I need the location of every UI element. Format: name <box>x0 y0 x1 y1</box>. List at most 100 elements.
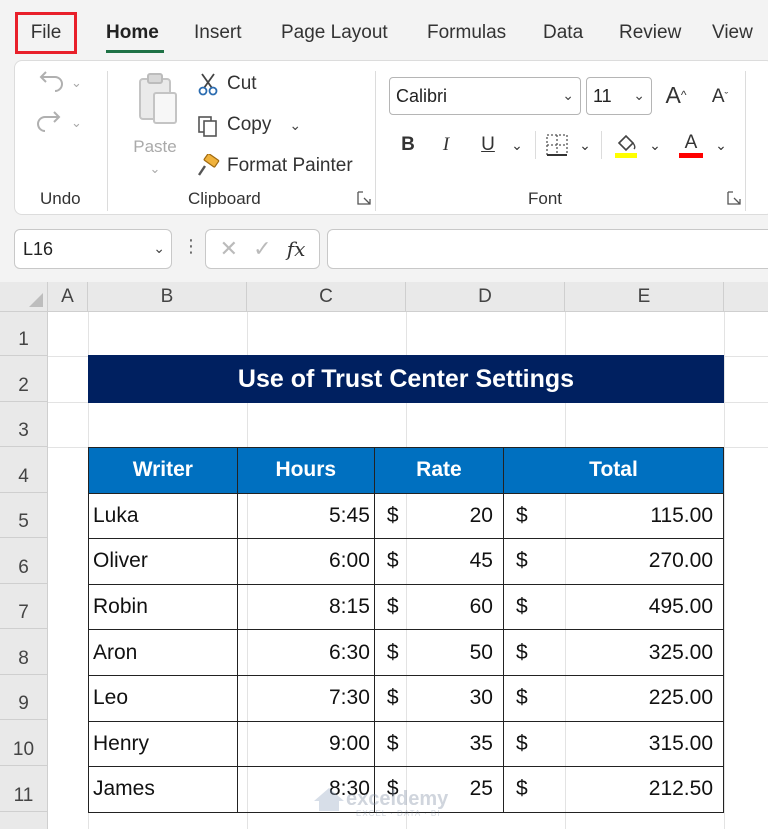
column-header-c[interactable]: C <box>247 282 406 312</box>
enter-icon[interactable]: ✓ <box>253 236 271 262</box>
row-header-9[interactable]: 9 <box>0 675 48 720</box>
name-box[interactable]: L16 ⌄ <box>14 229 172 269</box>
formula-bar-resize-handle[interactable]: ⋮ <box>182 236 200 257</box>
redo-dropdown-icon[interactable]: ⌄ <box>71 115 82 131</box>
rate-cell[interactable]: $50 <box>373 629 504 676</box>
worksheet-grid[interactable]: A B C D E 1 2 3 4 5 6 7 8 9 10 11 Use of… <box>0 282 768 829</box>
tab-file[interactable]: File <box>15 12 77 54</box>
rate-cell[interactable]: $30 <box>373 674 504 722</box>
font-launcher-icon[interactable] <box>727 191 741 205</box>
writer-cell[interactable]: Robin <box>88 583 238 631</box>
chevron-down-icon[interactable]: ⌄ <box>153 240 165 257</box>
tab-data[interactable]: Data <box>543 22 583 44</box>
header-total[interactable]: Total <box>502 447 725 494</box>
total-cell[interactable]: $212.50 <box>502 766 725 813</box>
rate-cell[interactable]: $45 <box>373 538 504 585</box>
select-all-button[interactable] <box>0 282 48 312</box>
writer-cell[interactable]: Aron <box>88 629 238 676</box>
row-header-4[interactable]: 4 <box>0 447 48 493</box>
rate-cell[interactable]: $60 <box>373 583 504 631</box>
cut-button[interactable]: Cut <box>195 69 257 99</box>
header-rate[interactable]: Rate <box>373 447 504 494</box>
row-header-5[interactable]: 5 <box>0 493 48 538</box>
format-painter-icon <box>195 153 221 179</box>
hours-cell[interactable]: 9:00 <box>236 720 375 768</box>
paint-bucket-icon <box>615 134 637 158</box>
row-header-2[interactable]: 2 <box>0 356 48 402</box>
row-header-7[interactable]: 7 <box>0 584 48 629</box>
bold-button[interactable]: B <box>397 129 419 161</box>
rate-cell[interactable]: $35 <box>373 720 504 768</box>
borders-icon <box>546 134 568 156</box>
undo-dropdown-icon[interactable]: ⌄ <box>71 75 82 91</box>
tab-review[interactable]: Review <box>619 22 681 44</box>
borders-button[interactable] <box>543 129 571 161</box>
data-table: Writer Hours Rate Total Luka 5:45 $20 $1… <box>88 447 725 813</box>
format-painter-label: Format Painter <box>227 155 353 176</box>
borders-dropdown-icon[interactable]: ⌄ <box>577 129 593 161</box>
column-header-a[interactable]: A <box>48 282 88 312</box>
decrease-font-size-button[interactable]: Aˇ <box>705 81 735 113</box>
insert-function-button[interactable]: fx <box>287 237 306 261</box>
hours-cell[interactable]: 6:30 <box>236 629 375 676</box>
total-cell[interactable]: $315.00 <box>502 720 725 768</box>
column-header-e[interactable]: E <box>565 282 724 312</box>
hours-cell[interactable]: 5:45 <box>236 492 375 540</box>
header-writer[interactable]: Writer <box>88 447 238 494</box>
writer-cell[interactable]: Henry <box>88 720 238 768</box>
writer-cell[interactable]: Leo <box>88 674 238 722</box>
italic-button[interactable]: I <box>435 129 457 161</box>
writer-cell[interactable]: Oliver <box>88 538 238 585</box>
undo-button[interactable]: ⌄ <box>35 67 85 99</box>
hours-cell[interactable]: 7:30 <box>236 674 375 722</box>
formula-input[interactable] <box>327 229 768 269</box>
total-cell[interactable]: $270.00 <box>502 538 725 585</box>
font-color-button[interactable]: A <box>677 129 705 161</box>
tab-home[interactable]: Home <box>106 22 159 44</box>
row-header-6[interactable]: 6 <box>0 538 48 584</box>
hours-cell[interactable]: 6:00 <box>236 538 375 585</box>
format-painter-button[interactable]: Format Painter <box>195 151 353 181</box>
underline-button[interactable]: U <box>477 129 499 161</box>
increase-font-size-button[interactable]: A ^ <box>661 79 691 111</box>
row-header-8[interactable]: 8 <box>0 629 48 675</box>
column-header-f[interactable] <box>724 282 768 312</box>
column-header-d[interactable]: D <box>406 282 565 312</box>
row-header-11[interactable]: 11 <box>0 766 48 812</box>
clipboard-launcher-icon[interactable] <box>357 191 371 205</box>
row-header-1[interactable]: 1 <box>0 312 48 356</box>
fill-color-dropdown-icon[interactable]: ⌄ <box>647 129 663 161</box>
redo-button[interactable]: ⌄ <box>35 107 85 139</box>
tab-insert[interactable]: Insert <box>194 22 242 44</box>
paste-dropdown-icon[interactable]: ⌄ <box>125 161 185 177</box>
currency-symbol: $ <box>386 686 399 710</box>
column-header-b[interactable]: B <box>88 282 247 312</box>
underline-dropdown-icon[interactable]: ⌄ <box>509 129 525 161</box>
tab-view[interactable]: View <box>712 22 753 44</box>
row-header-10[interactable]: 10 <box>0 720 48 766</box>
total-cell[interactable]: $495.00 <box>502 583 725 631</box>
tab-page-layout[interactable]: Page Layout <box>281 22 388 44</box>
font-color-dropdown-icon[interactable]: ⌄ <box>713 129 729 161</box>
rate-cell[interactable]: $20 <box>373 492 504 540</box>
fill-color-button[interactable] <box>611 129 641 161</box>
header-hours[interactable]: Hours <box>236 447 375 494</box>
sheet-title-cell[interactable]: Use of Trust Center Settings <box>88 355 724 403</box>
cancel-icon[interactable]: ✕ <box>220 236 238 262</box>
row-header-12[interactable] <box>0 812 48 829</box>
total-value: 212.50 <box>648 777 713 801</box>
copy-button[interactable]: Copy ⌄ <box>195 110 301 140</box>
tab-formulas[interactable]: Formulas <box>427 22 506 44</box>
writer-cell[interactable]: Luka <box>88 492 238 540</box>
total-cell[interactable]: $115.00 <box>502 492 725 540</box>
font-size-select[interactable]: 11 ⌄ <box>586 77 652 115</box>
row-header-3[interactable]: 3 <box>0 402 48 447</box>
writer-cell[interactable]: James <box>88 766 238 813</box>
copy-dropdown-icon[interactable]: ⌄ <box>289 117 301 134</box>
total-cell[interactable]: $325.00 <box>502 629 725 676</box>
hours-cell[interactable]: 8:15 <box>236 583 375 631</box>
font-name-select[interactable]: Calibri ⌄ <box>389 77 581 115</box>
paste-button[interactable]: Paste ⌄ <box>125 71 185 181</box>
total-cell[interactable]: $225.00 <box>502 674 725 722</box>
currency-symbol: $ <box>515 549 528 573</box>
